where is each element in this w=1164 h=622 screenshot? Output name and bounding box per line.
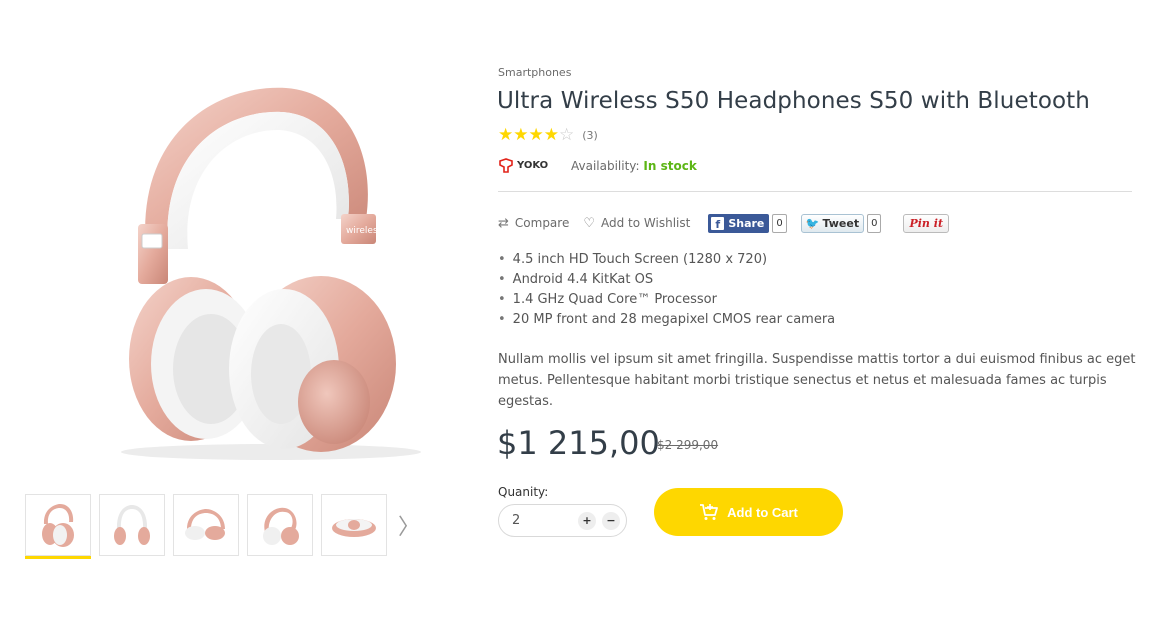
product-rating: ★★★★☆ (3)	[498, 125, 598, 145]
compare-link[interactable]: ⇄ Compare	[498, 216, 569, 231]
yoko-logo-icon	[499, 158, 513, 173]
thumbnail-4[interactable]	[247, 494, 313, 556]
review-count[interactable]: (3)	[582, 129, 598, 142]
stock-status: In stock	[643, 159, 697, 173]
pinterest-pin-button[interactable]: Pin it	[903, 213, 950, 233]
twitter-count: 0	[867, 213, 882, 233]
plus-icon[interactable]: +	[578, 511, 596, 530]
tweet-label: Tweet	[822, 216, 860, 230]
star-empty-icon: ☆	[559, 125, 575, 145]
divider	[498, 191, 1132, 192]
facebook-share-button[interactable]: f Share	[708, 213, 770, 233]
quantity-label: Quanity:	[498, 485, 549, 499]
product-price: $1 215,00	[497, 424, 660, 462]
star-icon: ★	[498, 125, 514, 145]
compare-icon: ⇄	[498, 215, 509, 231]
star-rating: ★★★★☆	[498, 125, 574, 145]
facebook-share-label: Share	[728, 216, 765, 230]
add-to-cart-button[interactable]: Add to Cart	[654, 488, 843, 536]
thumbnail-1[interactable]	[25, 494, 91, 559]
wishlist-link[interactable]: ♡ Add to Wishlist	[583, 216, 690, 231]
product-title: Ultra Wireless S50 Headphones S50 with B…	[497, 88, 1090, 114]
old-price: $2 299,00	[657, 438, 719, 452]
wireless-label: wireless	[346, 226, 383, 236]
product-main-image[interactable]: wireless	[96, 74, 436, 464]
quantity-input[interactable]	[512, 513, 572, 528]
brand-logo[interactable]: YOKO	[498, 156, 553, 176]
facebook-count: 0	[772, 213, 787, 233]
feature-list: 4.5 inch HD Touch Screen (1280 x 720) An…	[498, 250, 835, 330]
product-actions: ⇄ Compare ♡ Add to Wishlist f Share 0 🐦 …	[498, 212, 950, 234]
thumbnail-strip: 〉	[25, 494, 420, 559]
list-item: 1.4 GHz Quad Core™ Processor	[498, 290, 835, 310]
twitter-tweet-button[interactable]: 🐦 Tweet	[800, 213, 865, 233]
brand-name: YOKO	[517, 160, 549, 171]
wishlist-label: Add to Wishlist	[601, 216, 691, 230]
compare-label: Compare	[514, 216, 570, 230]
chevron-right-icon[interactable]: 〉	[398, 494, 420, 556]
quantity-stepper: + −	[498, 504, 627, 537]
minus-icon[interactable]: −	[602, 511, 620, 530]
star-icon: ★	[513, 125, 529, 145]
list-item: Android 4.4 KitKat OS	[498, 270, 835, 290]
thumbnail-5[interactable]	[321, 494, 387, 556]
facebook-icon: f	[711, 216, 725, 230]
product-description: Nullam mollis vel ipsum sit amet fringil…	[498, 352, 1136, 409]
heart-icon: ♡	[583, 215, 595, 231]
availability-label: Availability:	[571, 159, 640, 173]
twitter-icon: 🐦	[805, 216, 820, 230]
star-icon: ★	[543, 125, 559, 145]
add-to-cart-label: Add to Cart	[727, 504, 798, 520]
star-icon: ★	[528, 125, 544, 145]
social-share: f Share 0 🐦 Tweet 0 Pin it	[708, 213, 950, 233]
list-item: 4.5 inch HD Touch Screen (1280 x 720)	[498, 250, 835, 270]
cart-icon	[700, 504, 719, 520]
product-category[interactable]: Smartphones	[498, 66, 571, 79]
availability: Availability: In stock	[571, 159, 697, 173]
thumbnail-2[interactable]	[99, 494, 165, 556]
thumbnail-3[interactable]	[173, 494, 239, 556]
list-item: 20 MP front and 28 megapixel CMOS rear c…	[498, 310, 835, 330]
